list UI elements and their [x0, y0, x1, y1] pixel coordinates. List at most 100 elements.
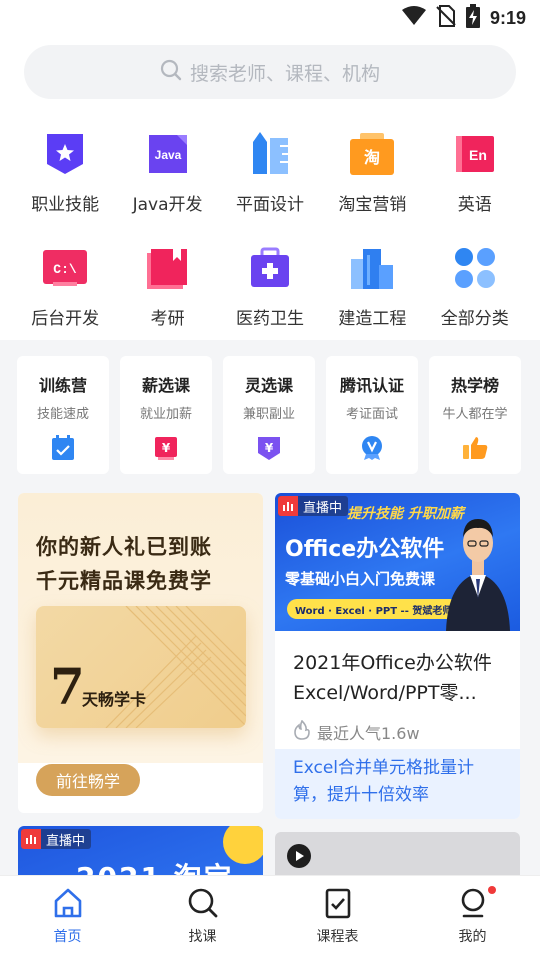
live-badge-text: 直播中: [303, 500, 343, 516]
schedule-icon: [321, 886, 355, 920]
course-popularity: 最近人气1.6w: [293, 719, 420, 744]
gift-days-number: 7: [50, 657, 85, 716]
category-label: 考研: [150, 309, 185, 329]
category-label: 英语: [457, 195, 492, 215]
nav-home[interactable]: 首页: [0, 876, 135, 960]
no-sim-icon: [436, 5, 456, 31]
feature-title: 热学榜: [450, 376, 499, 395]
feature-subtitle: 技能速成: [36, 407, 89, 422]
course-promo[interactable]: Excel合并单元格批量计算，提升十倍效率: [275, 749, 520, 819]
yen-shield-icon: ¥: [255, 434, 283, 462]
live-badge-text: 直播中: [46, 833, 86, 849]
yen-card-icon: ¥: [152, 434, 180, 462]
search-icon: [186, 886, 220, 920]
four-dots-icon: [449, 242, 501, 294]
category-graphic-design[interactable]: 平面设计: [219, 128, 321, 222]
category-medical[interactable]: 医药卫生: [219, 242, 321, 336]
category-label: 淘宝营销: [338, 195, 407, 215]
live-bars-icon: [21, 829, 41, 849]
feature-flexible-course[interactable]: 灵选课 兼职副业 ¥: [223, 356, 315, 474]
live-bars-icon: [278, 496, 298, 516]
status-bar: 9:19: [0, 0, 540, 36]
category-label: 后台开发: [31, 309, 100, 329]
wifi-icon: [401, 6, 426, 30]
certificate-icon: [358, 434, 386, 462]
live-badge: 直播中: [21, 829, 92, 849]
profile-icon: [456, 886, 490, 920]
medical-kit-icon: [244, 242, 296, 294]
nav-find-course[interactable]: 找课: [135, 876, 270, 960]
svg-text:¥: ¥: [162, 441, 171, 455]
terminal-icon-text: C:\: [53, 262, 77, 277]
buildings-icon: [346, 242, 398, 294]
java-icon-text: Java: [154, 148, 181, 162]
category-java[interactable]: Java Java开发: [116, 128, 218, 222]
feature-title: 灵选课: [244, 376, 293, 395]
category-label: 医药卫生: [235, 309, 304, 329]
gift-card-label: 天畅学卡: [82, 690, 147, 709]
category-grid: 职业技能 Java Java开发 平面设计 淘 淘宝营销 En 英语 C:\ 后…: [14, 128, 526, 336]
banner-title: Office办公软件: [285, 537, 445, 562]
nav-label: 我的: [458, 929, 487, 945]
category-label: Java开发: [132, 195, 203, 215]
taobao-icon-text: 淘: [364, 148, 380, 167]
badge-star-icon: [39, 128, 91, 180]
flame-icon: [293, 719, 311, 744]
category-label: 平面设计: [235, 195, 304, 215]
status-time: 9:19: [489, 7, 526, 28]
feature-row: 训练营 技能速成 薪选课 就业加薪 ¥ 灵选课 兼职副业 ¥ 腾讯认证 考证面试…: [17, 356, 521, 474]
feature-salary-course[interactable]: 薪选课 就业加薪 ¥: [120, 356, 212, 474]
gift-headline: 你的新人礼已到账: [36, 535, 212, 559]
search-icon: [160, 59, 182, 85]
nav-label: 首页: [53, 929, 82, 945]
category-construction[interactable]: 建造工程: [321, 242, 423, 336]
search-placeholder: 搜索老师、课程、机构: [189, 62, 380, 85]
bookmark-book-icon: [142, 242, 194, 294]
terminal-icon: C:\: [39, 242, 91, 294]
feature-title: 训练营: [38, 376, 87, 395]
category-label: 全部分类: [440, 309, 509, 329]
svg-text:¥: ¥: [265, 441, 274, 455]
nav-label: 课程表: [316, 929, 359, 945]
notification-badge: [488, 886, 496, 894]
feature-subtitle: 考证面试: [345, 407, 398, 422]
category-all[interactable]: 全部分类: [424, 242, 526, 336]
category-label: 职业技能: [31, 195, 100, 215]
play-icon[interactable]: [287, 844, 311, 868]
pencil-ruler-icon: [244, 128, 296, 180]
new-user-gift-card[interactable]: 你的新人礼已到账 千元精品课免费学 7 天畅学卡 前往畅学: [18, 493, 263, 813]
teacher-photo: [446, 519, 510, 631]
check-calendar-icon: [49, 434, 77, 462]
home-icon: [51, 886, 85, 920]
course-card[interactable]: 直播中 提升技能 升职加薪 Office办公软件 零基础小白入门免费课 Word…: [275, 493, 520, 819]
category-label: 建造工程: [338, 309, 407, 329]
nav-label: 找课: [188, 929, 217, 945]
gift-subheadline: 千元精品课免费学: [36, 569, 212, 593]
feature-training-camp[interactable]: 训练营 技能速成: [17, 356, 109, 474]
feature-tencent-certification[interactable]: 腾讯认证 考证面试: [326, 356, 418, 474]
banner-subtitle: 零基础小白入门免费课: [285, 570, 436, 588]
course-title: 2021年Office办公软件 Excel/Word/PPT零...: [293, 648, 508, 708]
banner-pill: Word · Excel · PPT -- 贺斌老师: [287, 599, 461, 619]
course-title-line2: Excel/Word/PPT零...: [293, 682, 477, 704]
category-english[interactable]: En 英语: [424, 128, 526, 222]
taobao-icon: 淘: [346, 128, 398, 180]
category-postgrad-exam[interactable]: 考研: [116, 242, 218, 336]
go-learn-button[interactable]: 前往畅学: [36, 764, 140, 796]
category-taobao[interactable]: 淘 淘宝营销: [321, 128, 423, 222]
course-title-line1: 2021年Office办公软件: [293, 652, 492, 674]
english-icon-text: En: [469, 147, 487, 163]
search-bar[interactable]: 搜索老师、课程、机构: [24, 45, 516, 99]
java-book-icon: Java: [142, 128, 194, 180]
popularity-text: 最近人气1.6w: [317, 724, 420, 743]
battery-charging-icon: [465, 4, 480, 32]
category-career-skills[interactable]: 职业技能: [14, 128, 116, 222]
course-banner: 直播中 提升技能 升职加薪 Office办公软件 零基础小白入门免费课 Word…: [275, 493, 520, 631]
nav-schedule[interactable]: 课程表: [270, 876, 405, 960]
nav-profile[interactable]: 我的: [405, 876, 540, 960]
thumbs-up-icon: [461, 434, 489, 462]
feature-hot-ranking[interactable]: 热学榜 牛人都在学: [429, 356, 521, 474]
english-book-icon: En: [449, 128, 501, 180]
bottom-nav: 首页 找课 课程表 我的: [0, 876, 540, 960]
category-backend[interactable]: C:\ 后台开发: [14, 242, 116, 336]
